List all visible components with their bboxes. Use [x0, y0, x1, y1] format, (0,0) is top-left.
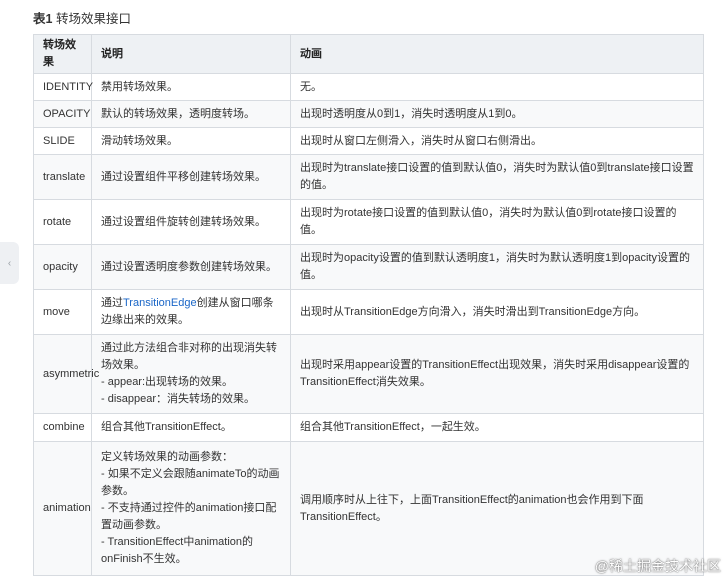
- effect-animation: 无。: [290, 73, 704, 101]
- table-header-row: 转场效果 说明 动画: [33, 34, 704, 74]
- effect-name: translate: [33, 154, 92, 200]
- watermark: @稀土掘金技术社区: [594, 558, 721, 574]
- effect-name: move: [33, 289, 92, 335]
- transition-effects-table: 转场效果 说明 动画 IDENTITY 禁用转场效果。 无。 OPACITY 默…: [33, 34, 704, 576]
- effect-description: 定义转场效果的动画参数： - 如果不定义会跟随animateTo的动画参数。 -…: [91, 441, 291, 576]
- effect-description: 滑动转场效果。: [91, 127, 291, 155]
- effect-name: animation: [33, 441, 92, 576]
- header-animation: 动画: [290, 34, 704, 74]
- table-row: move 通过TransitionEdge创建从窗口哪条边缘出来的效果。 出现时…: [33, 289, 704, 335]
- sidebar-collapse-handle[interactable]: ‹: [0, 242, 19, 284]
- effect-description: 通过此方法组合非对称的出现消失转场效果。 - appear:出现转场的效果。 -…: [91, 334, 291, 414]
- caption-number: 表1: [33, 12, 53, 26]
- transition-edge-link[interactable]: TransitionEdge: [123, 297, 197, 309]
- effect-description: 通过设置组件平移创建转场效果。: [91, 154, 291, 200]
- table-row: asymmetric 通过此方法组合非对称的出现消失转场效果。 - appear…: [33, 334, 704, 414]
- effect-animation: 出现时为opacity设置的值到默认透明度1，消失时为默认透明度1到opacit…: [290, 244, 704, 290]
- description-line: - disappear：消失转场的效果。: [101, 393, 256, 405]
- table-caption: 表1 转场效果接口: [33, 8, 131, 27]
- description-line: - 如果不定义会跟随animateTo的动画参数。: [101, 468, 280, 497]
- effect-name: opacity: [33, 244, 92, 290]
- description-line: - TransitionEffect中animation的onFinish不生效…: [101, 536, 254, 565]
- chevron-left-icon: ‹: [7, 257, 12, 269]
- effect-animation: 出现时从窗口左侧滑入，消失时从窗口右侧滑出。: [290, 127, 704, 155]
- effect-description: 通过设置透明度参数创建转场效果。: [91, 244, 291, 290]
- description-line: 通过此方法组合非对称的出现消失转场效果。: [101, 342, 277, 371]
- table-row: combine 组合其他TransitionEffect。 组合其他Transi…: [33, 413, 704, 442]
- effect-animation: 出现时透明度从0到1，消失时透明度从1到0。: [290, 100, 704, 128]
- table-row: rotate 通过设置组件旋转创建转场效果。 出现时为rotate接口设置的值到…: [33, 199, 704, 245]
- effect-description: 通过设置组件旋转创建转场效果。: [91, 199, 291, 245]
- table-row: OPACITY 默认的转场效果，透明度转场。 出现时透明度从0到1，消失时透明度…: [33, 100, 704, 128]
- header-effect: 转场效果: [33, 34, 92, 74]
- description-line: 定义转场效果的动画参数：: [101, 451, 233, 463]
- effect-name: combine: [33, 413, 92, 442]
- effect-description: 默认的转场效果，透明度转场。: [91, 100, 291, 128]
- table-row: IDENTITY 禁用转场效果。 无。: [33, 73, 704, 101]
- effect-description: 组合其他TransitionEffect。: [91, 413, 291, 442]
- header-description: 说明: [91, 34, 291, 74]
- effect-name: OPACITY: [33, 100, 92, 128]
- effect-description: 通过TransitionEdge创建从窗口哪条边缘出来的效果。: [91, 289, 291, 335]
- description-line: - appear:出现转场的效果。: [101, 376, 234, 388]
- caption-title: 转场效果接口: [55, 12, 131, 26]
- table-row: translate 通过设置组件平移创建转场效果。 出现时为translate接…: [33, 154, 704, 200]
- effect-animation: 出现时为translate接口设置的值到默认值0，消失时为默认值0到transl…: [290, 154, 704, 200]
- effect-name: IDENTITY: [33, 73, 93, 101]
- table-row: opacity 通过设置透明度参数创建转场效果。 出现时为opacity设置的值…: [33, 244, 704, 290]
- effect-name: asymmetric: [33, 334, 99, 414]
- effect-name: SLIDE: [33, 127, 92, 155]
- description-text: 通过: [101, 297, 123, 309]
- effect-animation: 出现时采用appear设置的TransitionEffect出现效果，消失时采用…: [290, 334, 704, 414]
- table-row: SLIDE 滑动转场效果。 出现时从窗口左侧滑入，消失时从窗口右侧滑出。: [33, 127, 704, 155]
- effect-animation: 出现时为rotate接口设置的值到默认值0，消失时为默认值0到rotate接口设…: [290, 199, 704, 245]
- description-line: - 不支持通过控件的animation接口配置动画参数。: [101, 502, 277, 531]
- effect-animation: 出现时从TransitionEdge方向滑入，消失时滑出到TransitionE…: [290, 289, 704, 335]
- effect-animation: 组合其他TransitionEffect，一起生效。: [290, 413, 704, 442]
- effect-description: 禁用转场效果。: [91, 73, 291, 101]
- effect-name: rotate: [33, 199, 92, 245]
